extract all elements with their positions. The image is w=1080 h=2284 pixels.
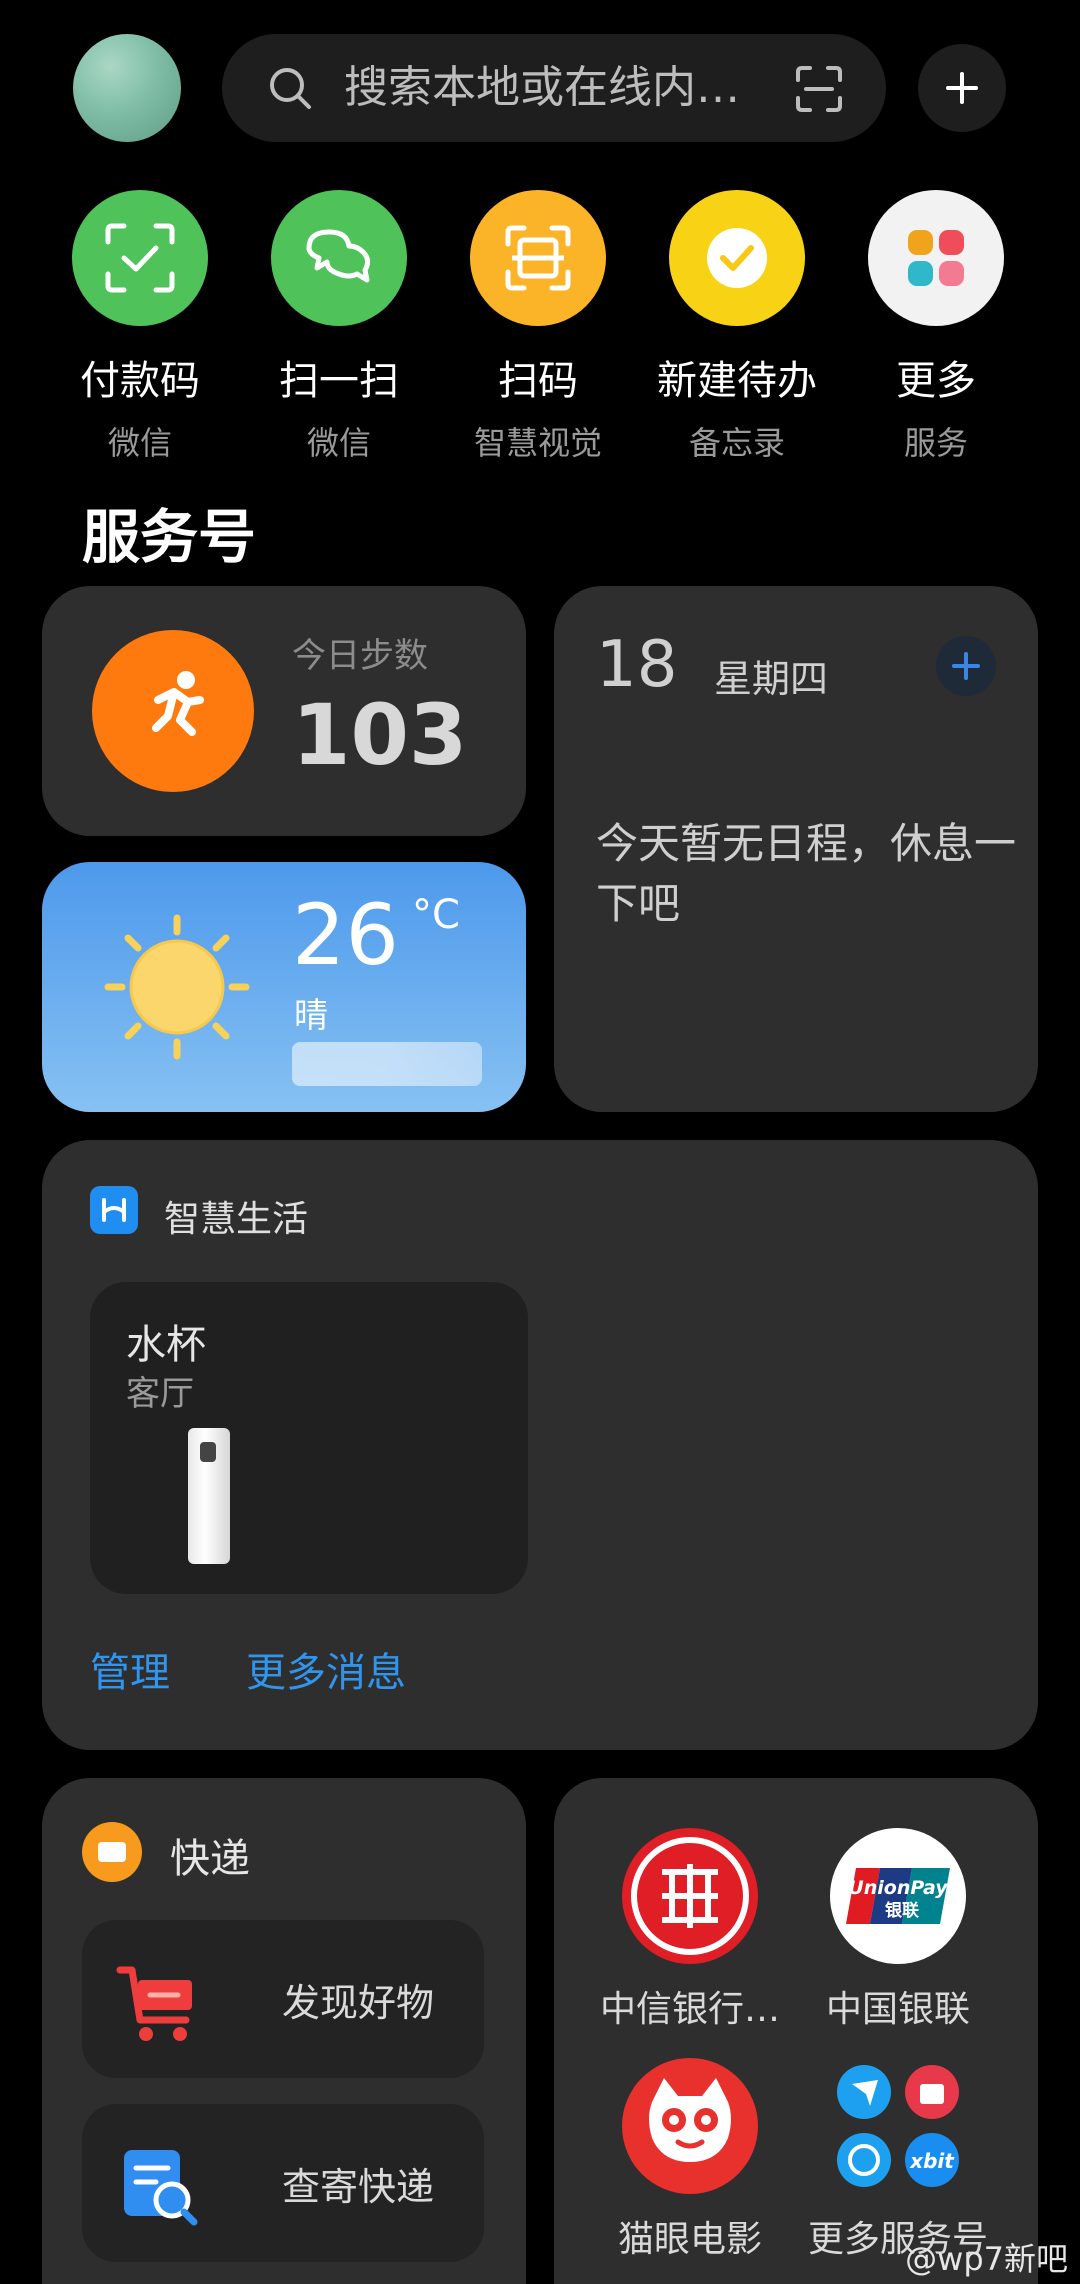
steps-value: 103 <box>292 686 468 784</box>
add-event-button[interactable] <box>936 636 996 696</box>
calendar-card[interactable]: 18 星期四 今天暂无日程，休息一下吧 <box>554 586 1038 1112</box>
avatar[interactable] <box>73 34 181 142</box>
smart-life-logo <box>90 1186 138 1234</box>
unionpay-icon: UnionPay 银联 <box>846 1868 950 1924</box>
service-unionpay[interactable]: UnionPay 银联 中国银联 <box>798 1828 998 2032</box>
quick-action-title: 扫一扫 <box>279 358 399 404</box>
svg-text:UnionPay: UnionPay <box>848 1877 949 1899</box>
more-services-icon <box>908 230 964 286</box>
service-label: 中国银联 <box>825 1989 970 2030</box>
section-title: 服务号 <box>82 503 257 571</box>
steps-label: 今日步数 <box>292 636 428 676</box>
device-room: 客厅 <box>126 1374 194 1414</box>
service-maoyan[interactable]: 猫眼电影 <box>590 2058 790 2262</box>
add-button[interactable] <box>918 44 1006 132</box>
svg-text:银联: 银联 <box>885 1900 919 1921</box>
more-service-accounts-icon: xbit <box>837 2065 959 2187</box>
steps-card[interactable]: 今日步数 103 <box>42 586 526 836</box>
device-name: 水杯 <box>126 1322 206 1368</box>
running-icon <box>152 671 204 736</box>
citic-bank-icon <box>631 1837 749 1955</box>
express-title: 快递 <box>170 1836 250 1882</box>
quick-action-subtitle: 备忘录 <box>688 424 785 462</box>
svg-text:xbit: xbit <box>909 2149 955 2173</box>
more-messages-link[interactable]: 更多消息 <box>246 1640 406 1698</box>
todo-check-icon <box>707 228 767 288</box>
quick-action-title: 付款码 <box>80 358 200 404</box>
calendar-weekday: 星期四 <box>714 657 829 701</box>
temperature-unit: °C <box>412 892 460 938</box>
maoyan-icon <box>649 2078 731 2162</box>
express-card[interactable]: 快递 发现好物 查寄快递 <box>42 1778 526 2284</box>
search-placeholder: 搜索本地或在线内… <box>344 62 740 113</box>
device-tile[interactable]: 水杯 客厅 <box>90 1282 528 1594</box>
payment-code-icon <box>105 223 175 293</box>
parcel-search-icon <box>124 2150 198 2226</box>
quick-action-title: 新建待办 <box>657 358 817 404</box>
smart-life-title: 智慧生活 <box>164 1199 309 1240</box>
express-item-track[interactable]: 查寄快递 <box>82 2104 484 2262</box>
sunny-icon <box>104 914 250 1060</box>
express-logo-icon <box>82 1822 142 1882</box>
blurred-location <box>292 1042 482 1086</box>
service-citic-bank[interactable]: 中信银行… <box>590 1828 790 2032</box>
quick-action-subtitle: 智慧视觉 <box>473 424 602 462</box>
services-card[interactable]: 中信银行… UnionPay 银联 中国银联 猫眼电影 xbit 更多服务号 <box>554 1778 1038 2284</box>
temperature: 26 <box>292 886 399 984</box>
wechat-scan-icon <box>306 229 371 283</box>
service-label: 中信银行… <box>599 1989 780 2030</box>
manage-link[interactable]: 管理 <box>90 1640 170 1698</box>
service-more-accounts[interactable]: xbit 更多服务号 <box>798 2058 998 2262</box>
express-item-label: 发现好物 <box>282 1981 435 2025</box>
scan-icon[interactable] <box>794 64 844 114</box>
quick-action-subtitle: 微信 <box>306 424 371 462</box>
express-item-label: 查寄快递 <box>282 2165 435 2209</box>
quick-action-subtitle: 服务 <box>903 424 968 462</box>
quick-action-more[interactable]: 更多 服务 <box>836 190 1036 464</box>
calendar-day: 18 <box>596 628 678 702</box>
quick-action-scan-code[interactable]: 扫码 智慧视觉 <box>438 190 638 464</box>
no-schedule-message: 今天暂无日程，休息一下吧 <box>596 819 1017 928</box>
search-bar[interactable]: 搜索本地或在线内… <box>222 34 886 142</box>
quick-action-subtitle: 微信 <box>107 424 172 462</box>
quick-action-title: 更多 <box>896 358 976 404</box>
plus-icon <box>946 72 978 104</box>
quick-action-new-todo[interactable]: 新建待办 备忘录 <box>637 190 837 464</box>
search-icon <box>270 68 311 109</box>
device-image <box>188 1428 230 1564</box>
quick-action-title: 扫码 <box>498 358 578 404</box>
smart-life-icon <box>102 1198 126 1222</box>
scan-code-icon <box>505 225 571 291</box>
shopping-cart-icon <box>116 1966 192 2041</box>
quick-action-payment-code[interactable]: 付款码 微信 <box>40 190 240 464</box>
smart-life-card[interactable]: 智慧生活 水杯 客厅 管理 更多消息 <box>42 1140 1038 1750</box>
weather-card[interactable]: 26 °C 晴 <box>42 862 526 1112</box>
quick-action-scan[interactable]: 扫一扫 微信 <box>239 190 439 464</box>
express-item-discover[interactable]: 发现好物 <box>82 1920 484 2078</box>
service-label: 猫眼电影 <box>617 2219 762 2260</box>
weather-condition: 晴 <box>294 996 328 1036</box>
watermark: @wp7新吧 <box>905 2240 1068 2278</box>
plus-icon <box>952 652 980 680</box>
